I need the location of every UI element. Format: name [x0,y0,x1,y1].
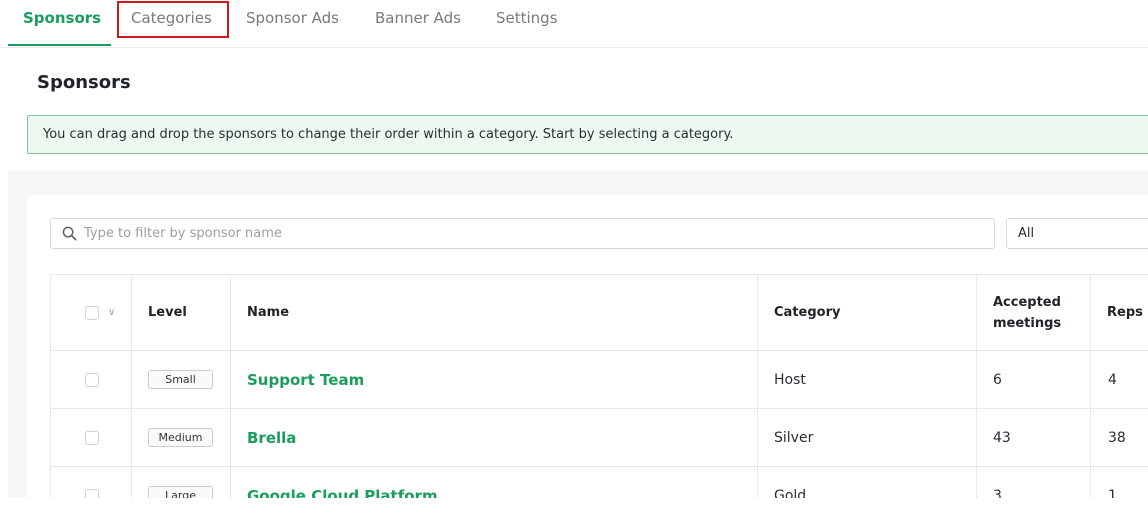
tab-sponsor-ads[interactable]: Sponsor Ads [246,0,339,46]
active-tab-indicator [8,44,111,46]
accepted-meetings-count: 6 [993,371,1002,388]
row-checkbox[interactable] [85,488,99,498]
reps-count: 1 [1108,487,1117,499]
level-badge: Medium [148,428,213,447]
level-badge: Large [148,486,213,498]
column-header-level[interactable]: Level [148,275,187,350]
sponsor-category: Host [774,371,806,388]
reps-count: 38 [1108,429,1126,446]
category-filter-select[interactable]: All [1006,218,1148,249]
row-checkbox[interactable] [85,430,99,445]
column-header-reps[interactable]: Reps [1107,275,1143,350]
row-checkbox[interactable] [85,372,99,387]
select-all-control[interactable]: ∨ [85,275,115,350]
column-header-accepted-line2: meetings [993,315,1062,331]
column-header-category[interactable]: Category [774,275,840,350]
search-input[interactable] [84,219,984,248]
sponsors-table: ∨ Level Name Category Accepted meetings … [50,274,1148,498]
table-row[interactable]: Small Support Team Host 6 4 [51,351,1148,409]
accepted-meetings-count: 3 [993,487,1002,499]
tab-sponsors[interactable]: Sponsors [23,0,101,46]
sponsor-category: Gold [774,487,807,499]
info-banner: You can drag and drop the sponsors to ch… [27,115,1148,154]
column-header-accepted-meetings[interactable]: Accepted meetings [993,275,1061,350]
tab-bar: Sponsors Categories Sponsor Ads Banner A… [0,0,1148,48]
sponsor-name-link[interactable]: Brella [247,429,296,447]
level-badge: Small [148,370,213,389]
chevron-down-icon[interactable]: ∨ [108,307,115,318]
search-icon [62,226,77,241]
column-header-accepted-line1: Accepted [993,294,1061,310]
select-all-checkbox[interactable] [85,305,99,320]
table-header-row: ∨ Level Name Category Accepted meetings … [51,275,1148,351]
tab-settings[interactable]: Settings [496,0,558,46]
sponsor-category: Silver [774,429,814,446]
categories-tab-highlight [117,1,229,38]
sponsor-name-link[interactable]: Support Team [247,371,364,389]
tab-banner-ads[interactable]: Banner Ads [375,0,461,46]
search-field[interactable] [50,218,995,249]
reps-count: 4 [1108,371,1117,388]
accepted-meetings-count: 43 [993,429,1011,446]
table-row[interactable]: Large Google Cloud Platform Gold 3 1 [51,467,1148,498]
page-title: Sponsors [37,72,131,93]
table-row[interactable]: Medium Brella Silver 43 38 [51,409,1148,467]
sponsor-name-link[interactable]: Google Cloud Platform [247,487,438,499]
column-header-name[interactable]: Name [247,275,289,350]
